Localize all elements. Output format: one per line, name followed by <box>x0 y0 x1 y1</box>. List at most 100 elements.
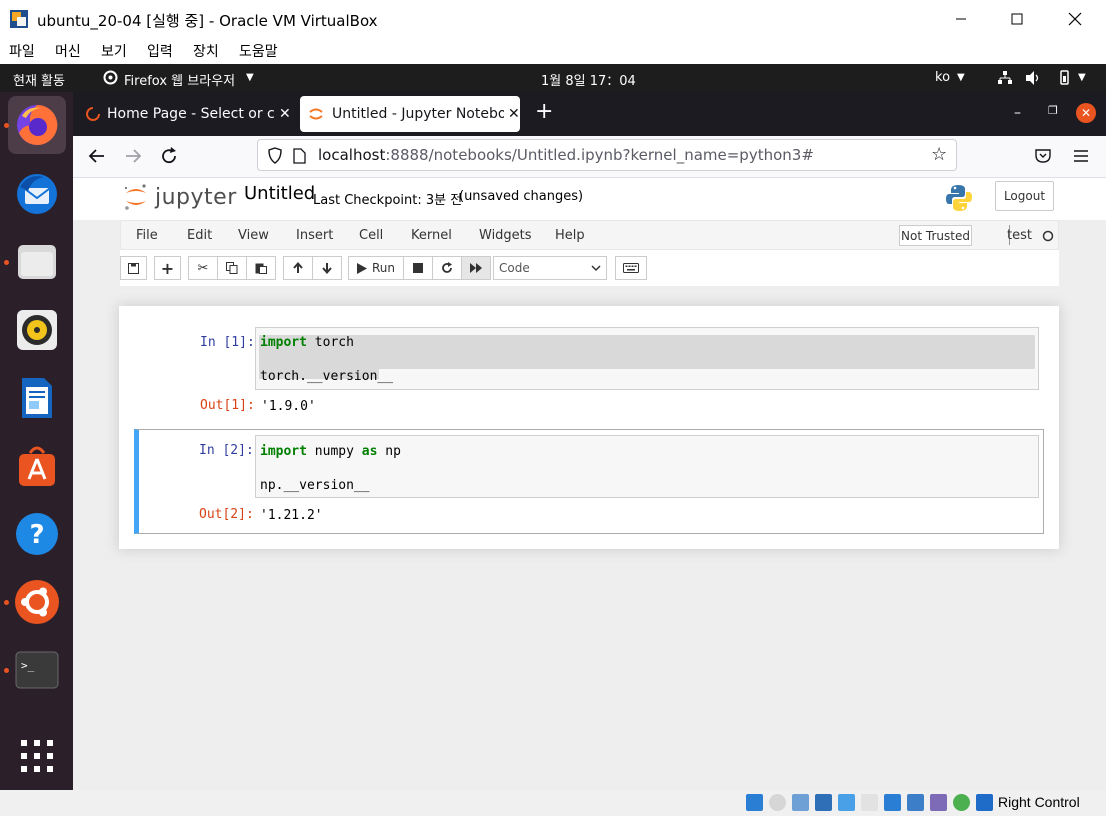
keyboard-capture-icon[interactable] <box>976 794 993 811</box>
url-text[interactable]: localhost:8888/notebooks/Untitled.ipynb?… <box>318 146 814 164</box>
libreoffice-writer-icon <box>22 378 52 418</box>
tab-close-icon[interactable]: ✕ <box>508 106 520 122</box>
dock-libreoffice-writer[interactable] <box>8 369 66 427</box>
forward-icon[interactable] <box>124 148 142 164</box>
dock-terminal[interactable]: >_ <box>8 641 66 699</box>
optical-drive-icon[interactable] <box>769 794 786 811</box>
menu-view[interactable]: View <box>238 228 269 243</box>
restore-icon[interactable]: ❐ <box>1048 104 1058 117</box>
code-keyword: import <box>260 444 307 459</box>
menu-machine[interactable]: 머신 <box>55 41 81 61</box>
jupyter-logo[interactable]: jupyter <box>123 182 237 212</box>
app-menu[interactable]: Firefox 웹 브라우저 <box>124 70 235 89</box>
hamburger-menu-icon[interactable] <box>1074 150 1088 162</box>
scissors-icon: ✂ <box>197 260 209 276</box>
maximize-button[interactable] <box>988 0 1046 38</box>
insert-cell-button[interactable]: + <box>154 256 181 280</box>
network-adapter-icon[interactable] <box>815 794 832 811</box>
power-icon[interactable] <box>1056 70 1072 86</box>
menu-view[interactable]: 보기 <box>101 41 127 61</box>
pocket-icon[interactable] <box>1035 149 1051 163</box>
bookmark-star-icon[interactable]: ☆ <box>931 144 947 165</box>
jupyter-logo-text: jupyter <box>155 184 237 210</box>
shield-icon[interactable] <box>268 147 282 164</box>
command-palette-button[interactable] <box>615 256 647 280</box>
menu-file[interactable]: File <box>136 228 158 243</box>
menu-file[interactable]: 파일 <box>9 41 35 61</box>
paste-button[interactable] <box>246 256 276 280</box>
tab-untitled-jupyter[interactable]: Untitled - Jupyter Notebook ✕ <box>300 96 520 132</box>
menu-cell[interactable]: Cell <box>359 228 383 243</box>
rhythmbox-icon <box>17 310 57 350</box>
hard-disk-icon[interactable] <box>746 794 763 811</box>
code-cell-1[interactable]: In [1]: import torch torch.__version__ O… <box>134 318 1044 416</box>
save-button[interactable] <box>120 256 147 280</box>
clock[interactable]: 1월 8일 17：04 <box>541 70 636 89</box>
menu-kernel[interactable]: Kernel <box>411 228 452 243</box>
reload-icon[interactable] <box>160 147 178 165</box>
mouse-integration-icon[interactable] <box>953 794 970 811</box>
restart-run-all-button[interactable] <box>461 256 491 280</box>
system-menu-chevron-icon[interactable]: ▼ <box>1078 72 1086 83</box>
tab-close-icon[interactable]: ✕ <box>279 106 291 122</box>
back-icon[interactable] <box>88 148 106 164</box>
menu-help[interactable]: Help <box>555 228 585 243</box>
menu-edit[interactable]: Edit <box>187 228 212 243</box>
new-tab-icon[interactable]: + <box>535 101 553 123</box>
keyboard-icon <box>623 263 639 273</box>
kernel-name[interactable]: test <box>1007 228 1032 243</box>
window-title: ubuntu_20-04 [실행 중] - Oracle VM VirtualB… <box>37 12 378 30</box>
menu-devices[interactable]: 장치 <box>193 41 219 61</box>
code-editor[interactable]: import torch torch.__version__ <box>255 327 1039 390</box>
cut-button[interactable]: ✂ <box>188 256 218 280</box>
dock-rhythmbox[interactable] <box>8 301 66 359</box>
ubuntu-software-icon <box>19 446 55 486</box>
minimize-button[interactable] <box>932 0 990 38</box>
dock-help[interactable]: ? <box>8 505 66 563</box>
usb-icon[interactable] <box>838 794 855 811</box>
restart-button[interactable] <box>432 256 462 280</box>
recording-icon[interactable] <box>907 794 924 811</box>
code-text: numpy <box>306 444 362 459</box>
dock-ubuntu-software[interactable] <box>8 437 66 495</box>
tab-home-page[interactable]: Home Page - Select or create ✕ <box>79 96 291 132</box>
firefox-navbar: localhost:8888/notebooks/Untitled.ipynb?… <box>73 136 1106 178</box>
audio-icon[interactable] <box>792 794 809 811</box>
copy-button[interactable] <box>217 256 247 280</box>
dock-firefox[interactable] <box>8 96 66 154</box>
interrupt-button[interactable] <box>403 256 433 280</box>
code-cell-2[interactable]: In [2]: import numpy as np np.__version_… <box>134 429 1044 534</box>
dock-thunderbird[interactable] <box>8 165 66 223</box>
menu-input[interactable]: 입력 <box>147 41 173 61</box>
firefox-close-icon[interactable]: ✕ <box>1076 103 1096 123</box>
window-titlebar: ubuntu_20-04 [실행 중] - Oracle VM VirtualB… <box>0 0 1106 38</box>
cell-type-select[interactable]: Code <box>493 256 607 280</box>
dock-files[interactable] <box>8 233 66 291</box>
dock-show-applications[interactable] <box>8 727 66 785</box>
virtualbox-menubar: 파일 머신 보기 입력 장치 도움말 <box>0 38 1106 64</box>
menu-help[interactable]: 도움말 <box>239 41 278 61</box>
notebook-name[interactable]: Untitled <box>244 183 315 204</box>
shared-folders-icon[interactable] <box>861 794 878 811</box>
input-method[interactable]: ko <box>935 70 950 85</box>
move-up-button[interactable] <box>283 256 313 280</box>
volume-icon[interactable] <box>1026 71 1042 85</box>
dock-ubuntu[interactable] <box>8 573 66 631</box>
close-button[interactable] <box>1046 0 1104 38</box>
notebook-menubar: File Edit View Insert Cell Kernel Widget… <box>120 220 1059 250</box>
network-icon[interactable] <box>998 71 1012 85</box>
code-editor[interactable]: import numpy as np np.__version__ <box>255 435 1039 498</box>
move-down-button[interactable] <box>312 256 342 280</box>
virtualization-icon[interactable] <box>930 794 947 811</box>
menu-widgets[interactable]: Widgets <box>479 228 532 243</box>
run-button[interactable]: Run <box>348 256 404 280</box>
virtualbox-app-icon <box>10 10 28 28</box>
logout-button[interactable]: Logout <box>995 181 1054 211</box>
activities-button[interactable]: 현재 활동 <box>13 70 65 89</box>
display-icon[interactable] <box>884 794 901 811</box>
menu-insert[interactable]: Insert <box>296 228 333 243</box>
url-bar[interactable]: localhost:8888/notebooks/Untitled.ipynb?… <box>257 139 957 171</box>
trust-button[interactable]: Not Trusted <box>899 225 972 246</box>
page-icon[interactable] <box>292 148 306 164</box>
minimize-icon[interactable]: – <box>1014 105 1021 121</box>
